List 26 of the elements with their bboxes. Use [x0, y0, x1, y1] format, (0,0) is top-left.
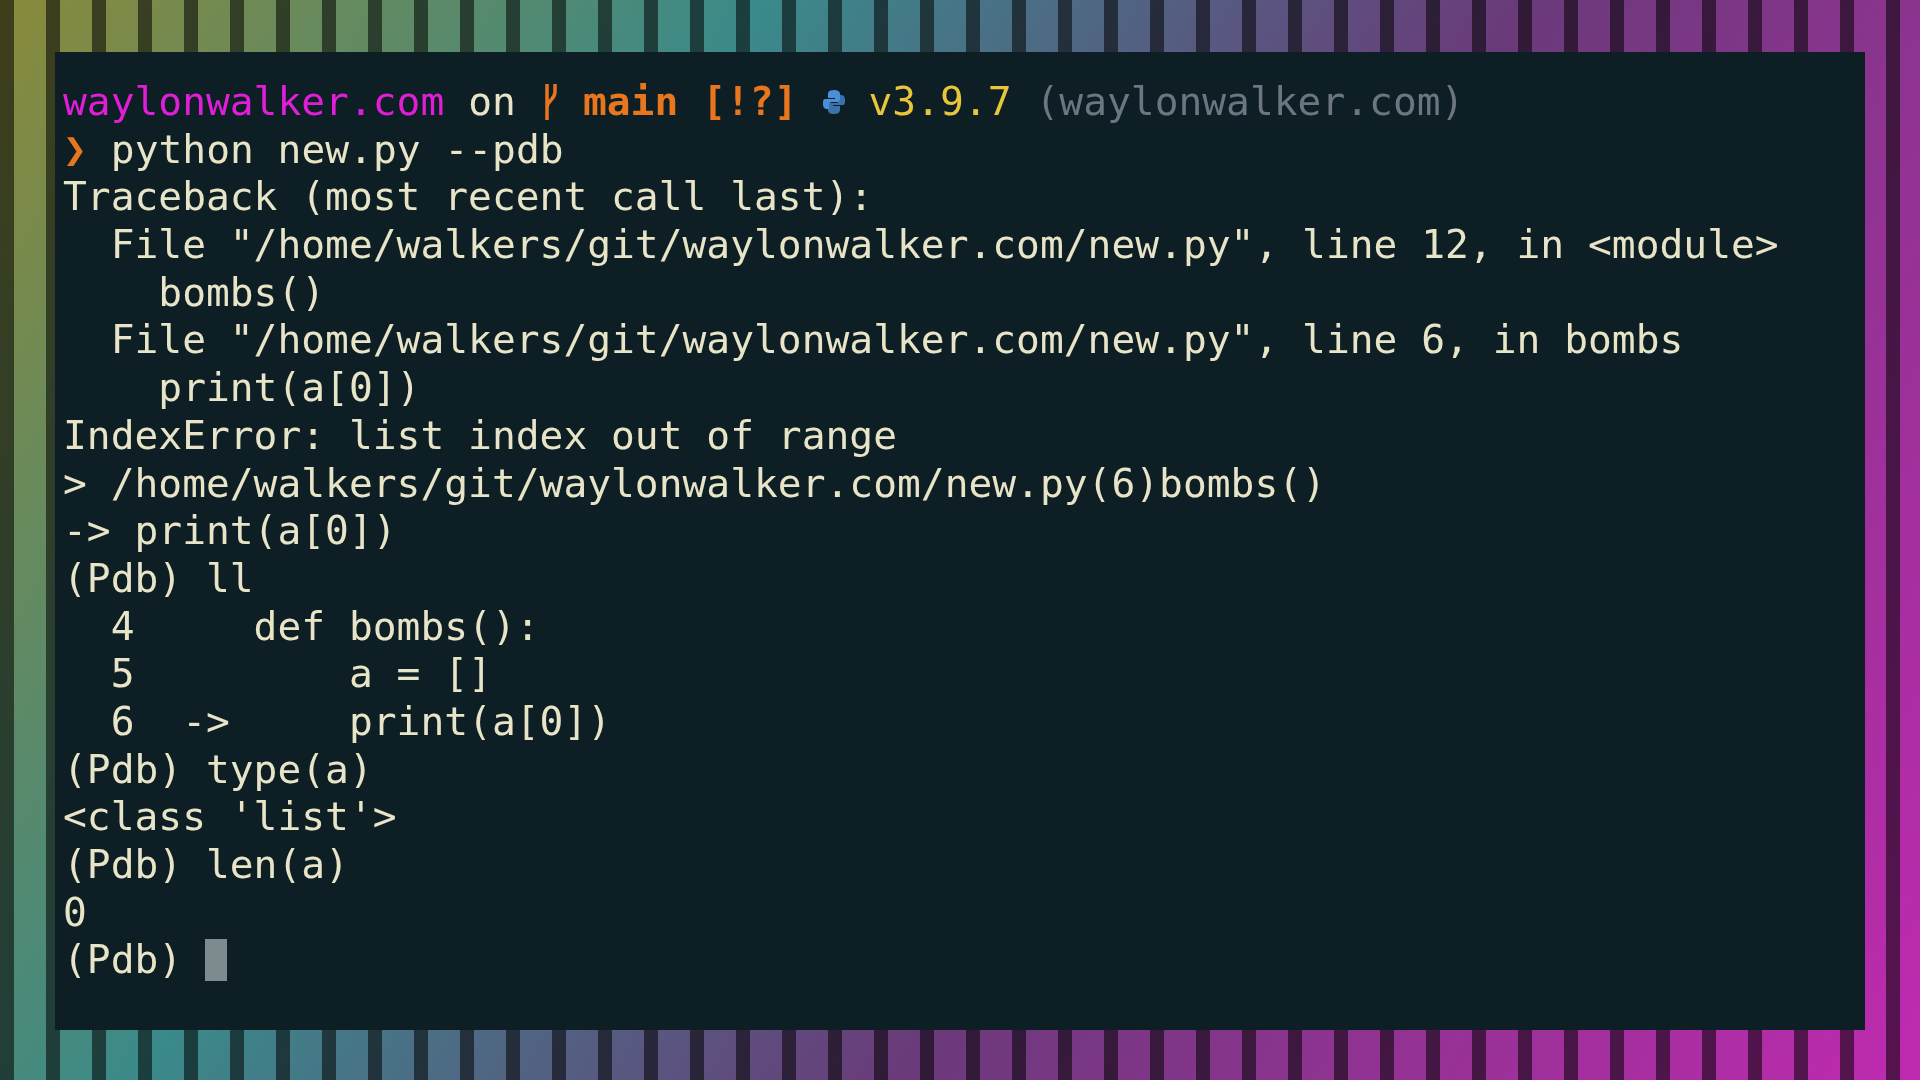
prompt-text: [!?]	[702, 78, 798, 126]
prompt-text: on	[468, 78, 516, 126]
output-line: 5 a = []	[109, 650, 492, 698]
output-line: (Pdb) len(a)	[63, 841, 349, 889]
output-line: <class 'list'>	[63, 793, 397, 841]
prompt-text: v3.9.7	[868, 78, 1012, 126]
output-line: IndexError: list index out of range	[63, 411, 897, 460]
prompt-text: main	[582, 78, 679, 126]
prompt-text: waylonwalker.com	[63, 78, 445, 126]
output-line: print(a[0])	[157, 364, 421, 412]
output-line: File "/home/walkers/git/waylonwalker.com/new.py", line 12, in <module>	[109, 221, 1779, 269]
output-line: (Pdb) type(a)	[63, 745, 373, 794]
prompt-symbol: ❯	[63, 125, 87, 174]
output-line: 0	[63, 888, 87, 937]
python-icon	[821, 88, 846, 115]
output-line: 6 -> print(a[0])	[109, 697, 612, 746]
output-line: -> print(a[0])	[63, 507, 397, 555]
output-line: Traceback (most recent call last):	[63, 173, 874, 222]
pdb-prompt: (Pdb)	[63, 936, 183, 985]
output-line: File "/home/walkers/git/waylonwalker.com/new.py", line 6, in bombs	[109, 316, 1684, 365]
prompt-text: (waylonwalker.com)	[1035, 78, 1465, 126]
command-text: python new.py --pdb	[110, 125, 564, 174]
output-line: (Pdb) ll	[63, 554, 254, 603]
output-line: > /home/walkers/git/waylonwalker.com/new.py(6)bombs()	[63, 459, 1326, 508]
output-line: bombs()	[157, 268, 326, 317]
output-line: 4 def bombs():	[109, 602, 540, 651]
